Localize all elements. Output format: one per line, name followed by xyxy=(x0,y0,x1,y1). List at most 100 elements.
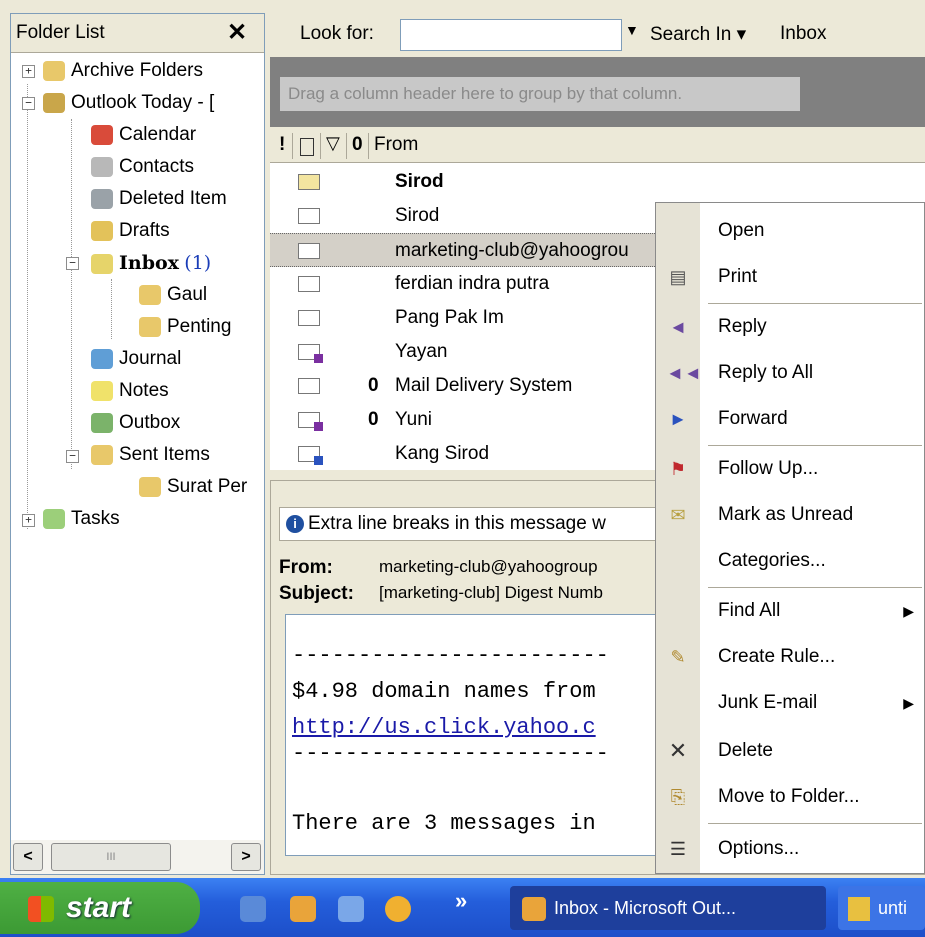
folder-outlook-today[interactable]: Outlook Today - [ xyxy=(43,88,214,118)
context-menu: Open ▤ Print ◄ Reply ◄◄ Reply to All ► F… xyxy=(655,202,925,874)
tasks-icon xyxy=(43,508,65,529)
folder-journal[interactable]: Journal xyxy=(91,344,181,374)
read-envelope-icon xyxy=(298,243,320,259)
collapse-icon[interactable]: − xyxy=(22,97,35,110)
scroll-right-button[interactable]: > xyxy=(231,843,261,871)
attachment-column-icon[interactable]: 0 xyxy=(352,134,363,156)
submenu-arrow-icon: ▶ xyxy=(903,695,914,711)
icon-column-icon[interactable] xyxy=(300,138,314,156)
close-icon[interactable]: ✕ xyxy=(227,18,247,47)
look-for-input[interactable] xyxy=(400,19,622,51)
folder-label: Outbox xyxy=(119,412,181,433)
subject-label: Subject: xyxy=(279,583,354,604)
search-in-value: Inbox xyxy=(780,23,827,44)
folder-icon xyxy=(139,284,161,305)
folder-inbox[interactable]: Inbox (1) xyxy=(91,248,211,278)
from-column[interactable]: From xyxy=(374,134,418,156)
from-value: marketing-club@yahoogroup xyxy=(379,557,598,576)
group-by-box: Drag a column header here to group by th… xyxy=(270,57,925,127)
folder-label: Archive Folders xyxy=(71,60,203,81)
folder-outbox[interactable]: Outbox xyxy=(91,408,180,438)
info-icon: i xyxy=(286,514,304,533)
scroll-thumb[interactable]: III xyxy=(51,843,171,871)
task-label: Inbox - Microsoft Out... xyxy=(554,898,737,918)
column-header: ! ▽ 0 From xyxy=(270,130,925,163)
folder-label: Deleted Item xyxy=(119,188,227,209)
message-from: Pang Pak Im xyxy=(395,307,504,328)
menu-separator xyxy=(708,303,922,304)
start-button[interactable]: start xyxy=(0,882,200,934)
menu-label: Find All xyxy=(718,600,781,621)
message-from: Yayan xyxy=(395,341,448,362)
folder-label: Penting xyxy=(167,316,232,337)
outlook-today-icon xyxy=(43,92,65,113)
folder-archive-folders[interactable]: Archive Folders xyxy=(43,56,203,86)
folder-gaul[interactable]: Gaul xyxy=(139,280,207,310)
menu-item-print[interactable]: ▤ Print xyxy=(656,255,924,299)
chevron-down-icon[interactable]: ▼ xyxy=(625,22,639,38)
search-in-dropdown[interactable]: Search In ▾ xyxy=(650,23,746,46)
taskbar-item-inbox[interactable]: Inbox - Microsoft Out... xyxy=(510,886,826,930)
folder-label: Tasks xyxy=(71,508,120,529)
outlook-quicklaunch-icon[interactable] xyxy=(290,896,316,922)
taskbar-item-untitled[interactable]: unti xyxy=(838,886,925,930)
replied-envelope-icon xyxy=(298,344,323,363)
message-row[interactable]: Sirod xyxy=(270,165,925,199)
menu-item-delete[interactable]: ✕ Delete xyxy=(656,729,924,773)
taskbar: start » Inbox - Microsoft Out... unti xyxy=(0,878,925,937)
menu-item-mark-unread[interactable]: ✉ Mark as Unread xyxy=(656,493,924,537)
folder-drafts[interactable]: Drafts xyxy=(91,216,170,246)
menu-item-options[interactable]: ☰ Options... xyxy=(656,827,924,871)
message-from: Sirod xyxy=(395,205,440,226)
horizontal-scrollbar[interactable]: < III > xyxy=(11,840,264,874)
menu-label: Open xyxy=(718,220,765,241)
collapse-icon[interactable]: − xyxy=(66,257,79,270)
folder-tasks[interactable]: Tasks xyxy=(43,504,120,534)
read-envelope-icon xyxy=(298,378,320,394)
menu-item-junk-email[interactable]: Junk E-mail ▶ xyxy=(656,681,924,725)
menu-item-categories[interactable]: Categories... xyxy=(656,539,924,583)
importance-column[interactable]: ! xyxy=(279,134,285,156)
folder-deleted-items[interactable]: Deleted Item xyxy=(91,184,227,214)
expand-icon[interactable]: + xyxy=(22,514,35,527)
body-link[interactable]: http://us.click.yahoo.c xyxy=(292,715,596,740)
menu-separator xyxy=(708,823,922,824)
expand-icon[interactable]: + xyxy=(22,65,35,78)
menu-item-forward[interactable]: ► Forward xyxy=(656,397,924,441)
scroll-left-button[interactable]: < xyxy=(13,843,43,871)
trash-icon xyxy=(91,188,113,209)
unread-count: (1) xyxy=(184,252,212,274)
flag-column-icon[interactable]: ▽ xyxy=(326,133,340,154)
menu-label: Options... xyxy=(718,838,800,859)
menu-item-reply[interactable]: ◄ Reply xyxy=(656,305,924,349)
tree-line xyxy=(111,279,112,339)
windows-logo-icon xyxy=(28,896,54,923)
outbox-icon xyxy=(91,412,113,433)
media-player-icon[interactable] xyxy=(385,896,411,922)
menu-label: Junk E-mail xyxy=(718,692,818,713)
folder-surat-per[interactable]: Surat Per xyxy=(139,472,247,502)
menu-item-move-to-folder[interactable]: ⎘ Move to Folder... xyxy=(656,775,924,819)
menu-item-find-all[interactable]: Find All ▶ xyxy=(656,589,924,633)
folder-notes[interactable]: Notes xyxy=(91,376,169,406)
folder-sent-items[interactable]: Sent Items xyxy=(91,440,210,470)
menu-label: Mark as Unread xyxy=(718,504,854,525)
delete-icon: ✕ xyxy=(668,738,688,763)
menu-item-reply-all[interactable]: ◄◄ Reply to All xyxy=(656,351,924,395)
ie-quicklaunch-icon[interactable] xyxy=(240,896,266,922)
folder-contacts[interactable]: Contacts xyxy=(91,152,194,182)
desktop-quicklaunch-icon[interactable] xyxy=(338,896,364,922)
collapse-icon[interactable]: − xyxy=(66,450,79,463)
outlook-icon xyxy=(522,897,546,922)
menu-item-open[interactable]: Open xyxy=(656,209,924,253)
folder-calendar[interactable]: Calendar xyxy=(91,120,196,150)
folder-label: Drafts xyxy=(119,220,170,241)
folder-label: Sent Items xyxy=(119,444,210,465)
quicklaunch-overflow-icon[interactable]: » xyxy=(455,888,467,914)
contacts-icon xyxy=(91,156,113,177)
menu-item-follow-up[interactable]: ⚑ Follow Up... xyxy=(656,447,924,491)
menu-label: Print xyxy=(718,266,758,287)
menu-label: Create Rule... xyxy=(718,646,836,667)
menu-item-create-rule[interactable]: ✎ Create Rule... xyxy=(656,635,924,679)
folder-penting[interactable]: Penting xyxy=(139,312,231,342)
